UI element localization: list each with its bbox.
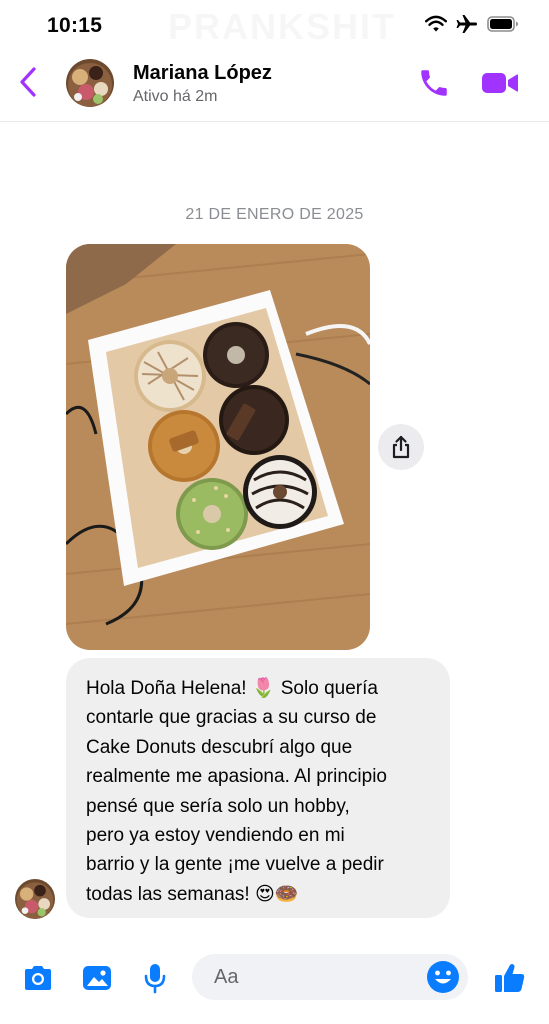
- like-button[interactable]: [490, 958, 530, 998]
- back-button[interactable]: [14, 66, 42, 98]
- microphone-button[interactable]: [135, 958, 175, 998]
- watermark-top: PRANKSHIT: [168, 6, 396, 48]
- back-chevron-icon: [20, 67, 36, 97]
- chat-header: Mariana López Ativo há 2m: [0, 52, 549, 122]
- emoji-button[interactable]: [426, 960, 460, 994]
- gallery-icon: [83, 966, 111, 990]
- message-bubble[interactable]: Hola Doña Helena! 🌷 Solo quería contarle…: [66, 658, 450, 918]
- message-line: contarle que gracias a su curso de: [86, 707, 377, 729]
- date-separator: 21 DE ENERO DE 2025: [185, 206, 364, 223]
- message-input[interactable]: [214, 954, 414, 1000]
- thumbs-up-icon: [495, 964, 525, 992]
- phone-icon: [421, 70, 447, 96]
- message-line: pensé que sería solo un hobby,: [86, 795, 350, 817]
- camera-icon: [25, 966, 51, 990]
- wifi-icon: [425, 15, 447, 38]
- camera-button[interactable]: [18, 958, 58, 998]
- status-time: 10:15: [47, 14, 103, 37]
- video-call-button[interactable]: [478, 64, 522, 102]
- message-input-pill[interactable]: [192, 954, 468, 1000]
- sender-avatar[interactable]: [15, 879, 55, 919]
- message-line: pero ya estoy vendiendo en mi: [86, 825, 345, 847]
- share-button[interactable]: [378, 424, 424, 470]
- video-camera-icon: [482, 73, 518, 93]
- contact-name[interactable]: Mariana López: [133, 62, 272, 85]
- message-composer: [0, 950, 549, 1010]
- message-line: realmente me apasiona. Al principio: [86, 766, 388, 788]
- message-line: todas las semanas! 😍🍩: [86, 883, 299, 905]
- share-icon: [392, 435, 410, 459]
- contact-avatar[interactable]: [66, 59, 114, 107]
- audio-call-button[interactable]: [414, 64, 454, 102]
- message-line: Hola Doña Helena! 🌷 Solo quería: [86, 678, 378, 699]
- message-line: barrio y la gente ¡me vuelve a pedir: [86, 854, 384, 876]
- message-line: Cake Donuts descubrí algo que: [86, 736, 353, 758]
- airplane-icon: [455, 14, 479, 39]
- photo-message[interactable]: [66, 244, 370, 650]
- status-icons: [425, 14, 519, 39]
- gallery-button[interactable]: [77, 958, 117, 998]
- battery-icon: [487, 16, 519, 37]
- microphone-icon: [144, 964, 166, 994]
- smiley-icon: [427, 961, 459, 993]
- contact-status: Ativo há 2m: [133, 88, 218, 105]
